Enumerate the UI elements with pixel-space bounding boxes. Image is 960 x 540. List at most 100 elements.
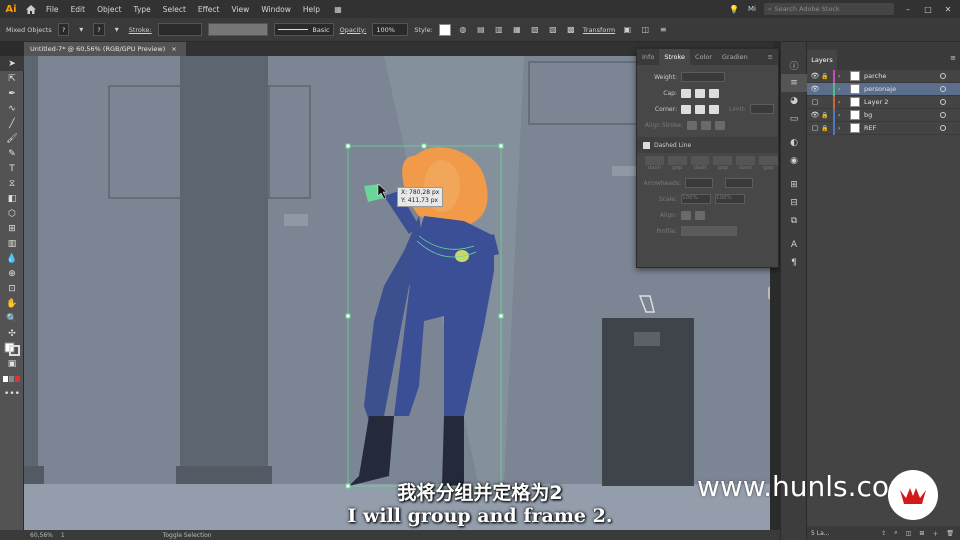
end-arrowhead-select[interactable] <box>725 178 753 188</box>
butt-cap-button[interactable] <box>681 88 691 98</box>
target-icon[interactable] <box>940 73 946 79</box>
appearance-icon[interactable]: ◐ <box>781 134 807 152</box>
reflect-tool-icon[interactable]: ⧖ <box>0 176 24 191</box>
target-icon[interactable] <box>940 86 946 92</box>
variable-width-field[interactable] <box>207 23 268 36</box>
brush-definition[interactable]: Basic <box>273 23 334 36</box>
stroke-selector[interactable]: ? <box>93 23 105 36</box>
layer-row[interactable]: 👁 🔒 › parche <box>807 69 960 83</box>
menu-edit[interactable]: Edit <box>65 5 92 14</box>
stroke-weight-field[interactable] <box>157 23 202 36</box>
arrow-align-button[interactable] <box>695 210 705 220</box>
target-icon[interactable] <box>940 112 946 118</box>
recolor-icon[interactable]: ◍ <box>457 24 469 36</box>
vertical-scrollbar[interactable] <box>768 286 770 300</box>
visibility-icon[interactable]: 👁 <box>810 111 820 119</box>
selection-tool-icon[interactable]: ➤ <box>0 56 24 71</box>
info-icon[interactable]: ⓘ <box>781 56 807 74</box>
round-join-button[interactable] <box>695 104 705 114</box>
layer-name[interactable]: personaje <box>864 85 896 93</box>
maximize-icon[interactable]: □ <box>922 3 934 15</box>
gradient-tool-icon[interactable]: ▥ <box>0 236 24 251</box>
arrow-align-button[interactable] <box>681 210 691 220</box>
weight-field[interactable] <box>681 72 725 82</box>
menu-help[interactable]: Help <box>297 5 326 14</box>
style-swatch[interactable] <box>438 23 451 36</box>
eraser-tool-icon[interactable]: ◧ <box>0 191 24 206</box>
align-icon[interactable]: ▥ <box>493 24 505 36</box>
tab-layers[interactable]: Layers <box>807 50 837 70</box>
pen-tool-icon[interactable]: ✒ <box>0 86 24 101</box>
tab-info[interactable]: Info <box>637 53 659 61</box>
direct-selection-tool-icon[interactable]: ⇱ <box>0 71 24 86</box>
gap-field[interactable] <box>713 156 733 165</box>
locate-icon[interactable]: ⌕ <box>894 529 897 537</box>
color-icon[interactable]: ◕ <box>781 92 807 110</box>
fill-stroke-swatch[interactable] <box>0 341 24 356</box>
document-tab[interactable]: Untitled-7* @ 60,56% (RGB/GPU Preview) × <box>24 42 186 56</box>
lightbulb-icon[interactable]: 💡 <box>728 3 740 15</box>
dash-field[interactable] <box>645 156 664 165</box>
chevron-right-icon[interactable]: › <box>838 86 846 93</box>
layer-name[interactable]: Layer 2 <box>864 98 888 106</box>
tab-gradient[interactable]: Gradien <box>717 53 753 61</box>
gradient-icon[interactable]: ▭ <box>781 110 807 128</box>
color-mode-icon[interactable] <box>0 371 24 386</box>
more-tools-icon[interactable]: ••• <box>0 386 24 401</box>
hand-tool-icon[interactable]: ✋ <box>0 296 24 311</box>
layer-row[interactable]: 👁 🔒 › bg <box>807 108 960 122</box>
layer-row[interactable]: ▢ › Layer 2 <box>807 95 960 109</box>
close-icon[interactable]: ✕ <box>942 3 954 15</box>
workspace-icon[interactable]: ▦ <box>332 3 344 15</box>
start-scale-field[interactable]: 100% <box>681 194 711 204</box>
align-inside-button[interactable] <box>701 120 711 130</box>
chevron-down-icon[interactable]: ▾ <box>111 24 123 36</box>
target-icon[interactable] <box>940 99 946 105</box>
menu-window[interactable]: Window <box>255 5 297 14</box>
profile-select[interactable] <box>681 226 737 236</box>
limit-field[interactable] <box>749 104 774 114</box>
type-tool-icon[interactable]: T <box>0 161 24 176</box>
visibility-icon[interactable]: 👁 <box>810 72 820 80</box>
visibility-icon[interactable]: ▢ <box>810 124 820 132</box>
free-transform-icon[interactable]: ⊞ <box>0 221 24 236</box>
menu-effect[interactable]: Effect <box>192 5 226 14</box>
opacity-field[interactable]: 100% <box>372 23 409 36</box>
align-icon[interactable]: ▧ <box>529 24 541 36</box>
menu-object[interactable]: Object <box>91 5 127 14</box>
shape-builder-icon[interactable]: ⬡ <box>0 206 24 221</box>
zoom-tool-icon[interactable]: 🔍 <box>0 311 24 326</box>
panel-menu-icon[interactable]: ≡ <box>950 54 956 62</box>
zoom-level[interactable]: 60,56% <box>30 532 53 539</box>
eyedropper-tool-icon[interactable]: 💧 <box>0 251 24 266</box>
clipping-mask-icon[interactable]: ◫ <box>906 530 912 537</box>
symbol-sprayer-icon[interactable]: ✣ <box>0 326 24 341</box>
stroke-icon[interactable]: ≡ <box>781 74 807 92</box>
fill-selector[interactable]: ? <box>57 23 70 36</box>
blend-tool-icon[interactable]: ⊕ <box>0 266 24 281</box>
gap-field[interactable] <box>667 156 687 165</box>
search-input[interactable]: ⌕ Search Adobe Stock <box>764 3 894 15</box>
minimize-icon[interactable]: – <box>902 3 914 15</box>
lock-icon[interactable]: 🔒 <box>820 125 830 132</box>
align-icon[interactable]: ▩ <box>565 24 577 36</box>
bevel-join-button[interactable] <box>709 104 719 114</box>
align-icon[interactable]: ▤ <box>475 24 487 36</box>
export-icon[interactable]: ⇪ <box>881 530 886 537</box>
round-cap-button[interactable] <box>695 88 705 98</box>
paragraph-icon[interactable]: ¶ <box>781 254 807 272</box>
curvature-tool-icon[interactable]: ∿ <box>0 101 24 116</box>
chevron-right-icon[interactable]: › <box>838 73 846 80</box>
visibility-icon[interactable]: ▢ <box>810 98 820 106</box>
chevron-right-icon[interactable]: › <box>838 99 846 106</box>
pathfinder-icon[interactable]: ⧉ <box>781 212 807 230</box>
chevron-down-icon[interactable]: ▾ <box>75 24 87 36</box>
square-cap-button[interactable] <box>709 88 719 98</box>
pencil-tool-icon[interactable]: ✎ <box>0 146 24 161</box>
layer-name[interactable]: parche <box>864 72 886 80</box>
lock-icon[interactable]: 🔒 <box>820 73 830 80</box>
layer-row[interactable]: ▢ 🔒 › REF <box>807 121 960 135</box>
layer-name[interactable]: bg <box>864 111 872 119</box>
panel-menu-icon[interactable]: ≡ <box>763 53 778 61</box>
account-menu[interactable]: Mi <box>748 5 756 13</box>
